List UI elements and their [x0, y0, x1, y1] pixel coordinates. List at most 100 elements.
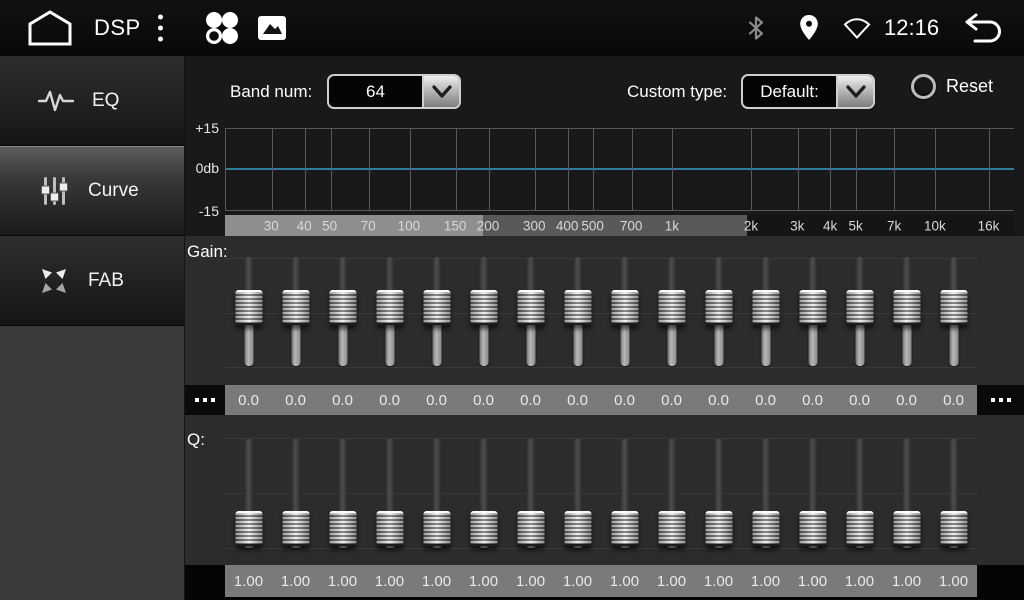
slider-knob[interactable] — [752, 290, 779, 325]
gain-slider[interactable] — [836, 255, 883, 368]
slider-knob[interactable] — [517, 511, 544, 546]
slider-knob[interactable] — [376, 511, 403, 546]
slider-knob[interactable] — [893, 290, 920, 325]
slider-knob[interactable] — [235, 290, 262, 325]
home-icon[interactable] — [24, 9, 76, 47]
gain-value: 0.0 — [366, 385, 413, 415]
freq-tick-label: 150 — [444, 218, 467, 233]
chevron-down-icon[interactable] — [422, 76, 459, 107]
apps-clover-icon[interactable] — [203, 9, 241, 47]
slider-knob[interactable] — [940, 511, 967, 546]
gain-slider[interactable] — [507, 255, 554, 368]
q-row-right-spacer — [977, 565, 1024, 600]
slider-knob[interactable] — [658, 511, 685, 546]
gain-slider[interactable] — [319, 255, 366, 368]
back-icon[interactable] — [958, 11, 1006, 45]
gain-slider[interactable] — [272, 255, 319, 368]
gain-slider[interactable] — [601, 255, 648, 368]
slider-knob[interactable] — [329, 290, 356, 325]
slider-knob[interactable] — [799, 290, 826, 325]
q-slider[interactable] — [742, 437, 789, 550]
q-slider[interactable] — [648, 437, 695, 550]
gain-slider[interactable] — [883, 255, 930, 368]
q-slider[interactable] — [413, 437, 460, 550]
custom-type-select[interactable]: Default: — [741, 74, 875, 109]
slider-knob[interactable] — [329, 511, 356, 546]
q-slider[interactable] — [460, 437, 507, 550]
slider-knob[interactable] — [846, 511, 873, 546]
slider-knob[interactable] — [564, 511, 591, 546]
gain-slider[interactable] — [789, 255, 836, 368]
q-slider[interactable] — [695, 437, 742, 550]
gain-slider[interactable] — [742, 255, 789, 368]
sidebar-item-fab[interactable]: FAB — [0, 236, 184, 326]
slider-knob[interactable] — [799, 511, 826, 546]
slider-knob[interactable] — [282, 290, 309, 325]
grid-line — [410, 129, 411, 210]
slider-knob[interactable] — [282, 511, 309, 546]
slider-knob[interactable] — [611, 290, 638, 325]
gain-slider[interactable] — [366, 255, 413, 368]
sidebar-item-eq[interactable]: EQ — [0, 56, 184, 146]
sidebar-item-curve[interactable]: Curve — [0, 146, 184, 236]
gain-slider[interactable] — [413, 255, 460, 368]
gain-slider[interactable] — [648, 255, 695, 368]
slider-knob[interactable] — [658, 290, 685, 325]
gain-value: 0.0 — [554, 385, 601, 415]
slider-knob[interactable] — [470, 511, 497, 546]
q-value: 1.00 — [507, 565, 554, 597]
q-slider[interactable] — [507, 437, 554, 550]
grid-line — [894, 129, 895, 210]
q-value: 1.00 — [883, 565, 930, 597]
gain-value: 0.0 — [272, 385, 319, 415]
slider-knob[interactable] — [611, 511, 638, 546]
slider-knob[interactable] — [705, 290, 732, 325]
freq-tick-label: 500 — [581, 218, 604, 233]
reset-button[interactable]: Reset — [911, 74, 993, 99]
gain-value: 0.0 — [836, 385, 883, 415]
slider-knob[interactable] — [517, 290, 544, 325]
gain-value: 0.0 — [319, 385, 366, 415]
q-slider[interactable] — [789, 437, 836, 550]
gain-slider[interactable] — [554, 255, 601, 368]
slider-knob[interactable] — [893, 511, 920, 546]
slider-knob[interactable] — [705, 511, 732, 546]
gain-slider[interactable] — [930, 255, 977, 368]
q-slider[interactable] — [225, 437, 272, 550]
slider-knob[interactable] — [376, 290, 403, 325]
slider-track — [385, 439, 394, 518]
slider-track-filled — [244, 323, 253, 366]
more-dots-icon[interactable] — [977, 385, 1024, 415]
slider-knob[interactable] — [423, 290, 450, 325]
slider-track-filled — [667, 323, 676, 366]
slider-knob[interactable] — [940, 290, 967, 325]
gain-slider[interactable] — [225, 255, 272, 368]
slider-knob[interactable] — [423, 511, 450, 546]
overflow-menu-icon[interactable] — [158, 15, 163, 42]
slider-knob[interactable] — [846, 290, 873, 325]
q-slider[interactable] — [930, 437, 977, 550]
q-slider[interactable] — [883, 437, 930, 550]
band-num-select[interactable]: 64 — [327, 74, 461, 109]
gain-value: 0.0 — [648, 385, 695, 415]
q-slider[interactable] — [319, 437, 366, 550]
chevron-down-icon[interactable] — [836, 76, 873, 107]
slider-knob[interactable] — [235, 511, 262, 546]
slider-knob[interactable] — [752, 511, 779, 546]
gain-slider[interactable] — [460, 255, 507, 368]
q-slider[interactable] — [272, 437, 319, 550]
sidebar-item-label: Curve — [88, 180, 139, 202]
q-slider[interactable] — [836, 437, 883, 550]
gain-value: 0.0 — [601, 385, 648, 415]
curve-panel: Band num: 64 Custom type: Default: Reset… — [185, 56, 1024, 600]
q-slider[interactable] — [601, 437, 648, 550]
q-value: 1.00 — [789, 565, 836, 597]
q-slider[interactable] — [366, 437, 413, 550]
gallery-icon[interactable] — [257, 15, 287, 41]
gain-slider[interactable] — [695, 255, 742, 368]
q-slider[interactable] — [554, 437, 601, 550]
q-value: 1.00 — [648, 565, 695, 597]
slider-knob[interactable] — [564, 290, 591, 325]
more-dots-icon[interactable] — [185, 385, 225, 415]
slider-knob[interactable] — [470, 290, 497, 325]
